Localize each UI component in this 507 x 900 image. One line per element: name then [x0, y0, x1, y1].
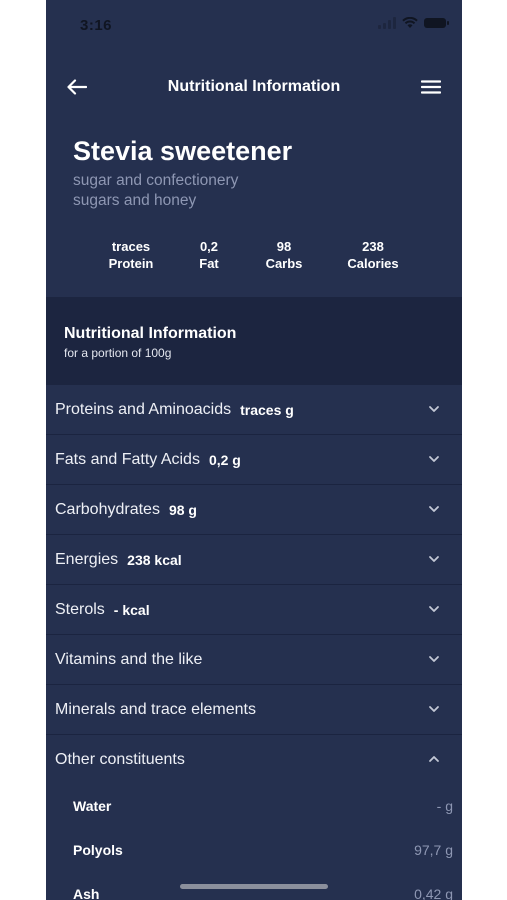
row-energies[interactable]: Energies 238 kcal [46, 535, 462, 585]
constituent-label: Ash [73, 886, 100, 900]
row-carbohydrates[interactable]: Carbohydrates 98 g [46, 485, 462, 535]
row-minerals[interactable]: Minerals and trace elements [46, 685, 462, 735]
status-icons [378, 17, 449, 29]
row-value: 0,2 g [208, 451, 241, 468]
chevron-down-icon [429, 606, 439, 612]
food-category: sugar and confectionery [73, 172, 239, 189]
menu-button[interactable] [418, 75, 444, 99]
constituent-value: 97,7 g [414, 842, 453, 858]
row-value: traces g [240, 401, 294, 418]
home-indicator[interactable] [180, 884, 328, 889]
row-label: Carbohydrates [55, 500, 160, 518]
row-label: Minerals and trace elements [55, 700, 256, 718]
chevron-down-icon [429, 706, 439, 712]
nav-title: Nutritional Information [167, 78, 341, 95]
status-time: 3:16 [80, 17, 113, 34]
constituent-row-water: Water - g [46, 784, 462, 828]
food-subcategory: sugars and honey [73, 192, 197, 209]
row-label: Sterols [55, 600, 105, 618]
constituent-row-polyols: Polyols 97,7 g [46, 828, 462, 872]
macro-value: 0,2 [199, 239, 219, 254]
hamburger-menu-icon [421, 80, 441, 94]
constituent-value: - g [436, 798, 453, 814]
macro-value: 98 [276, 239, 292, 254]
chevron-down-icon [429, 456, 439, 462]
macro-label: Carbs [265, 256, 303, 271]
section-title: Nutritional Information [64, 325, 237, 342]
row-sterols[interactable]: Sterols - kcal [46, 585, 462, 635]
nutrient-list: Proteins and Aminoacids traces g Fats an… [46, 385, 462, 900]
row-vitamins[interactable]: Vitamins and the like [46, 635, 462, 685]
row-label: Energies [55, 550, 119, 568]
chevron-down-icon [429, 656, 439, 662]
row-proteins[interactable]: Proteins and Aminoacids traces g [46, 385, 462, 435]
chevron-down-icon [429, 506, 439, 512]
section-subtitle: for a portion of 100g [64, 346, 172, 360]
cellular-signal-icon [378, 17, 396, 29]
macro-fat: 0,2 Fat [174, 238, 244, 272]
nav-bar: Nutritional Information [46, 70, 462, 104]
chevron-down-icon [429, 406, 439, 412]
constituent-label: Polyols [73, 842, 123, 858]
macro-label: Calories [347, 256, 399, 271]
row-fats[interactable]: Fats and Fatty Acids 0,2 g [46, 435, 462, 485]
row-label: Vitamins and the like [55, 650, 203, 668]
macro-value: 238 [362, 239, 384, 254]
row-value: 98 g [168, 501, 197, 518]
macro-protein: traces Protein [96, 238, 166, 272]
row-value: - kcal [113, 601, 150, 618]
macro-label: Fat [199, 256, 219, 271]
chevron-down-icon [429, 556, 439, 562]
row-label: Fats and Fatty Acids [55, 450, 200, 468]
macro-label: Protein [108, 256, 154, 271]
app-screen: 3:16 Nutritional Information Stevia swee… [46, 0, 462, 900]
macro-value: traces [111, 239, 151, 254]
row-label: Proteins and Aminoacids [55, 400, 232, 418]
row-value: 238 kcal [127, 551, 182, 568]
wifi-icon [402, 17, 418, 28]
chevron-up-icon [429, 756, 439, 762]
constituent-value: 0,42 g [414, 886, 453, 900]
nutrition-section-header: Nutritional Information for a portion of… [46, 297, 462, 385]
row-label: Other constituents [55, 750, 185, 768]
food-title: Stevia sweetener [73, 136, 293, 166]
macro-summary: traces Protein 0,2 Fat 98 Carbs 238 Calo… [46, 238, 462, 274]
macro-calories: 238 Calories [338, 238, 408, 272]
battery-icon [424, 18, 449, 28]
row-other-constituents[interactable]: Other constituents [46, 735, 462, 784]
constituent-label: Water [73, 798, 112, 814]
macro-carbs: 98 Carbs [249, 238, 319, 272]
